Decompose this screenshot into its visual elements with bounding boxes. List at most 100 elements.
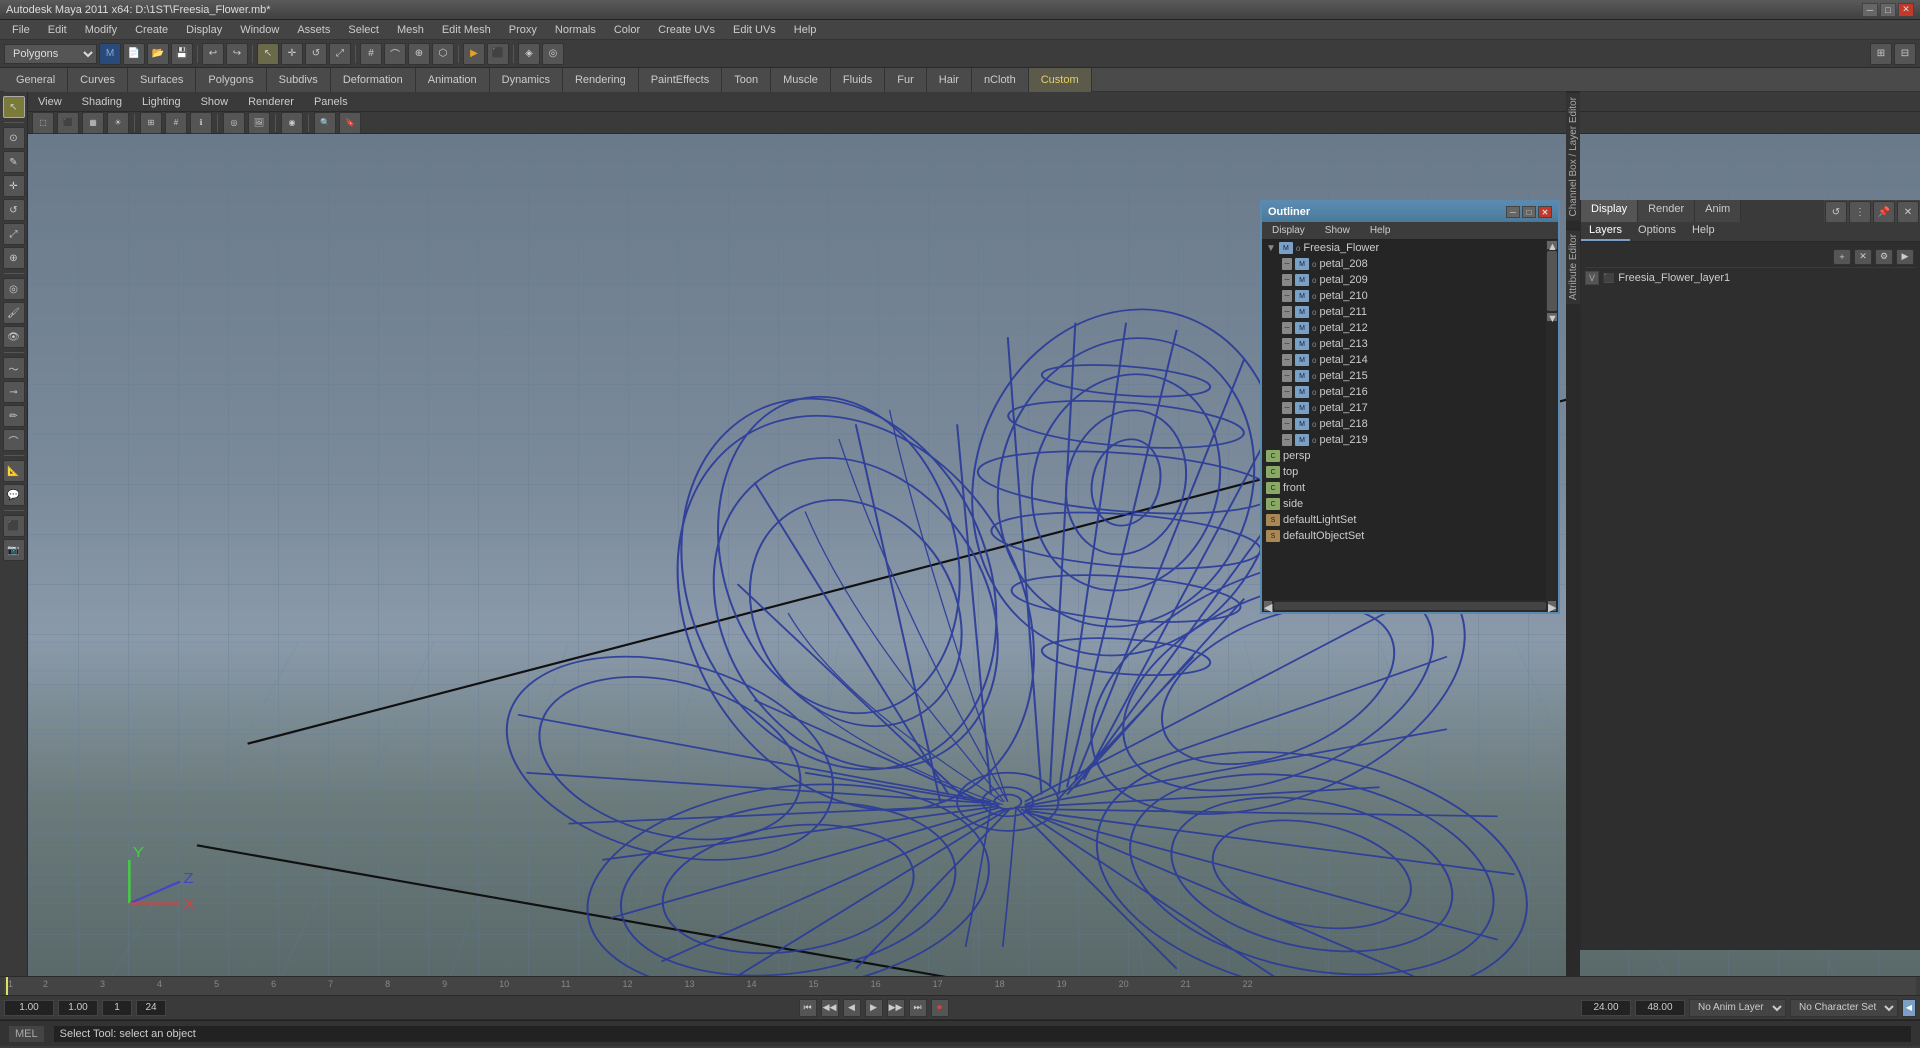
outliner-item-petal211[interactable]: ─ M o petal_211	[1278, 304, 1546, 320]
measure-btn[interactable]: 📐	[3, 460, 25, 482]
layout-btn[interactable]: ⊞	[1870, 43, 1892, 65]
outliner-menu-display[interactable]: Display	[1266, 224, 1311, 237]
ep-curve-btn[interactable]: ⊸	[3, 381, 25, 403]
cb-pin-btn[interactable]: 📌	[1873, 201, 1895, 223]
ipr-btn[interactable]: ⬛	[487, 43, 509, 65]
redo-btn[interactable]: ↪	[226, 43, 248, 65]
close-button[interactable]: ✕	[1898, 3, 1914, 17]
outliner-maximize-btn[interactable]: □	[1522, 206, 1536, 218]
side-label-channel-box[interactable]: Channel Box / Layer Editor	[1566, 92, 1580, 221]
wireframe-btn[interactable]: ⬚	[32, 112, 54, 134]
outliner-item-petal209[interactable]: ─ M o petal_209	[1278, 272, 1546, 288]
show-manipulator-btn[interactable]: ◈	[518, 43, 540, 65]
undo-btn[interactable]: ↩	[202, 43, 224, 65]
hud-btn[interactable]: ℹ	[190, 112, 212, 134]
universal-manip-btn[interactable]: ⊕	[3, 247, 25, 269]
tab-general[interactable]: General	[4, 68, 68, 92]
anim-layer-selector[interactable]: No Anim Layer	[1689, 999, 1786, 1017]
curve-tool-btn[interactable]: 〜	[3, 357, 25, 379]
layer-anim-btn[interactable]: ▶	[1896, 249, 1914, 265]
menu-color[interactable]: Color	[606, 22, 648, 38]
layer-item-freesia[interactable]: V ⬛ Freesia_Flower_layer1	[1585, 268, 1916, 288]
outliner-item-petal213[interactable]: ─ M o petal_213	[1278, 336, 1546, 352]
grid-toggle-btn[interactable]: #	[165, 112, 187, 134]
render-region-btn[interactable]: ⬛	[3, 515, 25, 537]
viewport-menu-panels[interactable]: Panels	[308, 95, 354, 109]
viewport-menu-renderer[interactable]: Renderer	[242, 95, 300, 109]
tab-ncloth[interactable]: nCloth	[972, 68, 1029, 92]
open-scene-btn[interactable]: 📂	[147, 43, 169, 65]
tab-toon[interactable]: Toon	[722, 68, 771, 92]
menu-window[interactable]: Window	[232, 22, 287, 38]
outliner-item-petal212[interactable]: ─ M o petal_212	[1278, 320, 1546, 336]
paint-select-btn[interactable]: ✎	[3, 151, 25, 173]
outliner-item-objectset[interactable]: S defaultObjectSet	[1262, 528, 1546, 544]
playhead[interactable]	[6, 977, 8, 995]
arc-btn[interactable]: ⌒	[3, 429, 25, 451]
viewport-menu-view[interactable]: View	[32, 95, 68, 109]
layer-tab-layers[interactable]: Layers	[1581, 222, 1630, 241]
tab-hair[interactable]: Hair	[927, 68, 972, 92]
tab-fluids[interactable]: Fluids	[831, 68, 885, 92]
tab-painteffects[interactable]: PaintEffects	[639, 68, 723, 92]
outliner-minimize-btn[interactable]: ─	[1506, 206, 1520, 218]
snap-grid-btn[interactable]: #	[360, 43, 382, 65]
menu-help[interactable]: Help	[786, 22, 825, 38]
scroll-btn[interactable]: ◀	[1902, 999, 1916, 1017]
cb-refresh-btn[interactable]: ↺	[1825, 201, 1847, 223]
menu-mesh[interactable]: Mesh	[389, 22, 432, 38]
select-type-btn[interactable]: ◉	[281, 112, 303, 134]
cb-tab-render[interactable]: Render	[1638, 200, 1695, 222]
camera-btn[interactable]: 📷	[3, 539, 25, 561]
layer-tab-options[interactable]: Options	[1630, 222, 1684, 241]
menu-modify[interactable]: Modify	[77, 22, 125, 38]
minimize-button[interactable]: ─	[1862, 3, 1878, 17]
menu-create[interactable]: Create	[127, 22, 176, 38]
select-mode-btn[interactable]: ↖	[3, 96, 25, 118]
viewport-zoom-btn[interactable]: 🔍	[314, 112, 336, 134]
menu-create-uvs[interactable]: Create UVs	[650, 22, 723, 38]
tab-custom[interactable]: Custom	[1029, 68, 1092, 92]
snap-view-btn[interactable]: ⬡	[432, 43, 454, 65]
step-forward-btn[interactable]: ▶▶	[887, 999, 905, 1017]
new-layer-btn[interactable]: +	[1833, 249, 1851, 265]
menu-select[interactable]: Select	[340, 22, 387, 38]
cb-tab-display[interactable]: Display	[1581, 200, 1638, 222]
outliner-menu-help[interactable]: Help	[1364, 224, 1397, 237]
frame-end-range-input[interactable]	[136, 1000, 166, 1016]
outliner-close-btn[interactable]: ✕	[1538, 206, 1552, 218]
menu-edit-uvs[interactable]: Edit UVs	[725, 22, 784, 38]
isolate-btn[interactable]: ◎	[223, 112, 245, 134]
mode-selector[interactable]: Polygons Object Mode	[4, 44, 97, 64]
timeline-ruler[interactable]: 1 2 3 4 5 6 7 8 9 10 11 12 13 14 15 16 1…	[0, 976, 1920, 996]
lasso-select-btn[interactable]: ⊙	[3, 127, 25, 149]
sculpt-btn[interactable]: 🖌	[3, 302, 25, 324]
new-scene-btn[interactable]: 📄	[123, 43, 145, 65]
menu-normals[interactable]: Normals	[547, 22, 604, 38]
texture-btn[interactable]: ▦	[82, 112, 104, 134]
go-to-start-btn[interactable]: ⏮	[799, 999, 817, 1017]
step-back-btn[interactable]: ◀◀	[821, 999, 839, 1017]
side-label-attribute-editor[interactable]: Attribute Editor	[1566, 229, 1580, 304]
character-set-selector[interactable]: No Character Set	[1790, 999, 1898, 1017]
status-input[interactable]	[53, 1025, 1912, 1043]
maya-logo-btn[interactable]: M	[99, 43, 121, 65]
outliner-item-lightset[interactable]: S defaultLightSet	[1262, 512, 1546, 528]
bookmark-btn[interactable]: 🔖	[339, 112, 361, 134]
tab-muscle[interactable]: Muscle	[771, 68, 831, 92]
delete-layer-btn[interactable]: ✕	[1854, 249, 1872, 265]
outliner-item-petal214[interactable]: ─ M o petal_214	[1278, 352, 1546, 368]
snap-point-btn[interactable]: ⊕	[408, 43, 430, 65]
outliner-item-freesia[interactable]: ▼ M o Freesia_Flower	[1262, 240, 1546, 256]
snap-curve-btn[interactable]: ⌒	[384, 43, 406, 65]
outliner-item-petal215[interactable]: ─ M o petal_215	[1278, 368, 1546, 384]
go-to-end-btn[interactable]: ⏭	[909, 999, 927, 1017]
frame-total-end-input[interactable]	[1581, 1000, 1631, 1016]
light-btn[interactable]: ☀	[107, 112, 129, 134]
show-hide-btn[interactable]: 👁	[3, 326, 25, 348]
camera-fov-btn[interactable]: ⊞	[140, 112, 162, 134]
frame-number-input[interactable]	[102, 1000, 132, 1016]
cb-tab-anim[interactable]: Anim	[1695, 200, 1741, 222]
outliner-item-petal210[interactable]: ─ M o petal_210	[1278, 288, 1546, 304]
scale-tool-btn[interactable]: ⤢	[329, 43, 351, 65]
